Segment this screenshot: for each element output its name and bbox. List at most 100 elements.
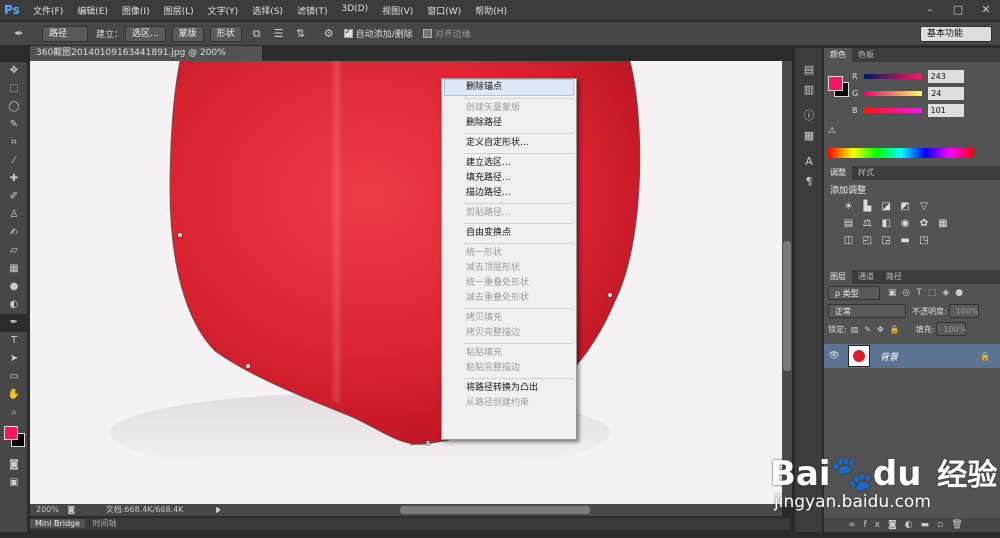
- fx-icon[interactable]: fx: [864, 520, 889, 530]
- healing-brush-tool-icon[interactable]: ✚: [0, 170, 28, 188]
- black-white-icon[interactable]: ◧: [880, 217, 893, 230]
- tab-paths[interactable]: 路径: [880, 270, 908, 284]
- brush-preset-panel-icon[interactable]: ▦: [795, 126, 823, 146]
- marquee-tool-icon[interactable]: ⬚: [0, 80, 28, 98]
- history-brush-tool-icon[interactable]: ✍: [0, 224, 28, 242]
- layer-filter-select[interactable]: ρ 类型: [828, 286, 880, 300]
- tab-timeline[interactable]: 时间轴: [88, 519, 122, 528]
- new-adjustment-icon[interactable]: ◐: [905, 520, 921, 530]
- g-value-input[interactable]: 24: [928, 87, 965, 100]
- lock-icons[interactable]: ▨✎✥🔒: [851, 325, 906, 334]
- blend-mode-select[interactable]: 正常: [828, 304, 906, 318]
- tab-color[interactable]: 颜色: [824, 48, 852, 62]
- vibrance-icon[interactable]: ▽: [918, 200, 931, 213]
- gradient-map-icon[interactable]: ▬: [899, 234, 912, 247]
- add-mask-icon[interactable]: ◙: [888, 520, 905, 530]
- menu-item[interactable]: 视图(V): [375, 4, 420, 17]
- lasso-tool-icon[interactable]: ◯: [0, 98, 28, 116]
- type-tool-icon[interactable]: T: [0, 332, 28, 350]
- quick-select-tool-icon[interactable]: ✎: [0, 116, 28, 134]
- foreground-color-swatch[interactable]: [4, 426, 18, 440]
- shape-button[interactable]: 形状: [209, 25, 242, 42]
- zoom-tool-icon[interactable]: ⌕: [0, 404, 28, 422]
- blur-tool-icon[interactable]: ●: [0, 278, 28, 296]
- vertical-scroll-thumb[interactable]: [783, 241, 791, 371]
- filter-icons[interactable]: ▣◎T⬚◈●: [888, 288, 969, 298]
- eye-icon[interactable]: 👁: [824, 351, 844, 361]
- color-spectrum[interactable]: [828, 148, 974, 158]
- new-group-icon[interactable]: ▬: [921, 520, 938, 530]
- b-value-input[interactable]: 101: [927, 104, 964, 117]
- gear-icon[interactable]: ⚙: [322, 27, 336, 41]
- layer-name[interactable]: 背景: [880, 350, 898, 363]
- tab-mini-bridge[interactable]: Mini Bridge: [30, 519, 86, 528]
- screen-mode-icon[interactable]: ▣: [0, 474, 28, 492]
- fg-color-swatch[interactable]: [828, 76, 843, 91]
- paragraph-panel-icon[interactable]: ¶: [795, 172, 823, 192]
- menu-item[interactable]: 帮助(H): [468, 4, 514, 17]
- character-panel-icon[interactable]: A: [795, 152, 823, 172]
- context-menu-item[interactable]: 自由变换点: [442, 226, 576, 241]
- photo-filter-icon[interactable]: ◉: [899, 217, 912, 230]
- mask-button[interactable]: 蒙版: [171, 25, 204, 42]
- move-tool-icon[interactable]: ✥: [0, 62, 28, 80]
- eyedropper-tool-icon[interactable]: ⁄: [0, 152, 28, 170]
- link-layers-icon[interactable]: ∞: [848, 520, 864, 530]
- exposure-icon[interactable]: ◩: [899, 200, 912, 213]
- brightness-icon[interactable]: ☀: [842, 200, 855, 213]
- align-edges-checkbox[interactable]: [422, 29, 432, 38]
- hue-saturation-icon[interactable]: ▤: [842, 217, 855, 230]
- r-value-input[interactable]: 243: [927, 70, 964, 83]
- tab-layers[interactable]: 图层: [824, 270, 852, 284]
- color-lookup-icon[interactable]: ▦: [936, 217, 949, 230]
- horizontal-scroll-thumb[interactable]: [400, 506, 590, 514]
- menu-item[interactable]: 文件(F): [26, 4, 70, 17]
- context-menu-item[interactable]: 建立选区...: [442, 156, 576, 171]
- tab-adjustments[interactable]: 调整: [824, 166, 852, 180]
- rectangle-tool-icon[interactable]: ▭: [0, 368, 28, 386]
- path-operations-icon[interactable]: ⧉: [250, 27, 264, 41]
- selective-color-icon[interactable]: ◳: [918, 234, 931, 247]
- context-menu-item[interactable]: 将路径转换为凸出: [442, 381, 576, 396]
- mode-select[interactable]: 路径: [42, 25, 88, 42]
- menu-item[interactable]: 图层(L): [157, 4, 201, 17]
- path-select-tool-icon[interactable]: ➤: [0, 350, 28, 368]
- menu-item[interactable]: 文字(Y): [201, 4, 246, 17]
- context-menu-item[interactable]: 描边路径...: [442, 186, 576, 201]
- zoom-level[interactable]: 200%: [36, 505, 59, 514]
- red-slider[interactable]: [863, 74, 922, 79]
- menu-item[interactable]: 窗口(W): [420, 4, 468, 17]
- selection-button[interactable]: 选区...: [125, 25, 166, 42]
- eraser-tool-icon[interactable]: ▱: [0, 242, 28, 260]
- path-arrangement-icon[interactable]: ⇅: [294, 27, 308, 41]
- doc-info-icon[interactable]: ◙: [67, 505, 75, 514]
- history-panel-icon[interactable]: ▤: [795, 60, 823, 80]
- threshold-icon[interactable]: ◲: [880, 234, 893, 247]
- hand-tool-icon[interactable]: ✋: [0, 386, 28, 404]
- invert-icon[interactable]: ◫: [842, 234, 855, 247]
- close-button[interactable]: ✕: [972, 0, 1000, 20]
- menu-item[interactable]: 滤镜(T): [290, 4, 335, 17]
- minimize-button[interactable]: –: [916, 0, 944, 20]
- auto-add-delete-checkbox[interactable]: [343, 27, 353, 38]
- tab-styles[interactable]: 样式: [852, 166, 880, 180]
- brush-tool-icon[interactable]: ✐: [0, 188, 28, 206]
- context-menu-item[interactable]: 定义自定形状...: [442, 136, 576, 151]
- pen-tool-icon[interactable]: ✒: [12, 27, 26, 41]
- new-layer-icon[interactable]: ▫: [937, 520, 951, 530]
- context-menu-item[interactable]: 填充路径...: [442, 171, 576, 186]
- image-canvas[interactable]: [30, 61, 782, 504]
- tab-channels[interactable]: 通道: [852, 270, 880, 284]
- document-tab[interactable]: 360截图20140109163441891.jpg @ 200%(RGB/8#…: [30, 46, 262, 73]
- menu-item[interactable]: 选择(S): [245, 4, 290, 17]
- quick-mask-icon[interactable]: ◙: [0, 456, 28, 474]
- pen-tool-icon[interactable]: ✒: [0, 314, 28, 332]
- path-alignment-icon[interactable]: ☰: [272, 27, 286, 41]
- horizontal-scrollbar[interactable]: [220, 504, 782, 516]
- menu-item[interactable]: 编辑(E): [70, 4, 115, 17]
- levels-icon[interactable]: ▙: [861, 200, 874, 213]
- channel-mixer-icon[interactable]: ✿: [918, 217, 931, 230]
- gradient-tool-icon[interactable]: ▦: [0, 260, 28, 278]
- crop-tool-icon[interactable]: ⌗: [0, 134, 28, 152]
- info-panel-icon[interactable]: ⓘ: [795, 106, 823, 126]
